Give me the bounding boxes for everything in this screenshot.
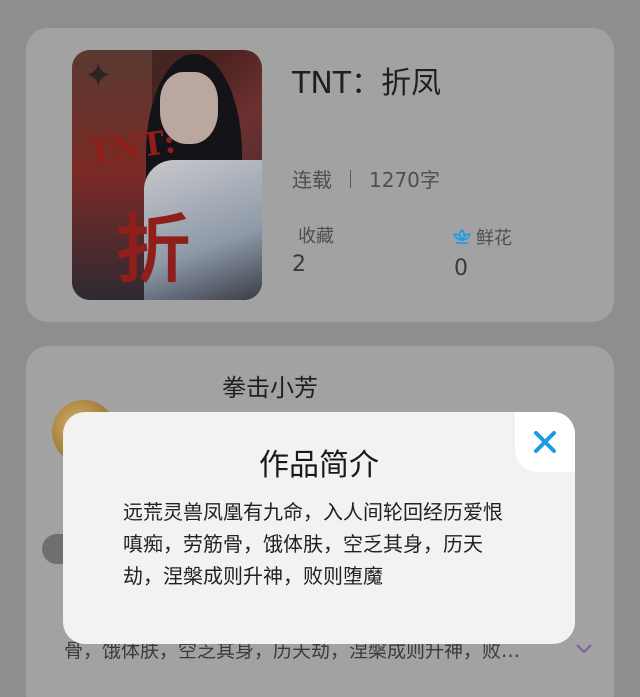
synopsis-modal: 作品简介 远荒灵兽凤凰有九命，入人间轮回经历爱恨嗔痴，劳筋骨，饿体肤，空乏其身，… — [63, 412, 575, 644]
meta-divider — [350, 169, 351, 188]
serialization-status: 连载 — [292, 168, 332, 192]
modal-body: 远荒灵兽凤凰有九命，入人间轮回经历爱恨嗔痴，劳筋骨，饿体肤，空乏其身，历天劫，涅… — [123, 500, 503, 588]
close-button[interactable] — [515, 412, 575, 472]
cover-title-char: 折 — [116, 207, 190, 293]
modal-title: 作品简介 — [259, 448, 379, 483]
flower-icon — [452, 228, 472, 244]
book-card: ✦ TNT: 折 TNT：折凤 连载 1270字 收藏 2 鲜花 0 — [26, 28, 614, 322]
book-meta: 连载 1270字 — [292, 164, 440, 193]
author-name[interactable]: 拳击小芳 — [222, 368, 318, 403]
close-icon — [534, 431, 556, 453]
favorites-count: 2 — [292, 252, 306, 277]
butterfly-icon: ✦ — [84, 56, 113, 96]
flowers-count: 0 — [454, 256, 468, 281]
favorites-label: 收藏 — [298, 226, 334, 247]
chevron-down-icon[interactable] — [574, 638, 594, 658]
flowers-stat[interactable]: 鲜花 — [452, 224, 512, 250]
flowers-label: 鲜花 — [476, 228, 512, 249]
book-cover-image[interactable]: ✦ TNT: 折 — [72, 50, 262, 300]
book-title: TNT：折凤 — [292, 66, 442, 101]
word-count: 1270字 — [369, 168, 440, 192]
